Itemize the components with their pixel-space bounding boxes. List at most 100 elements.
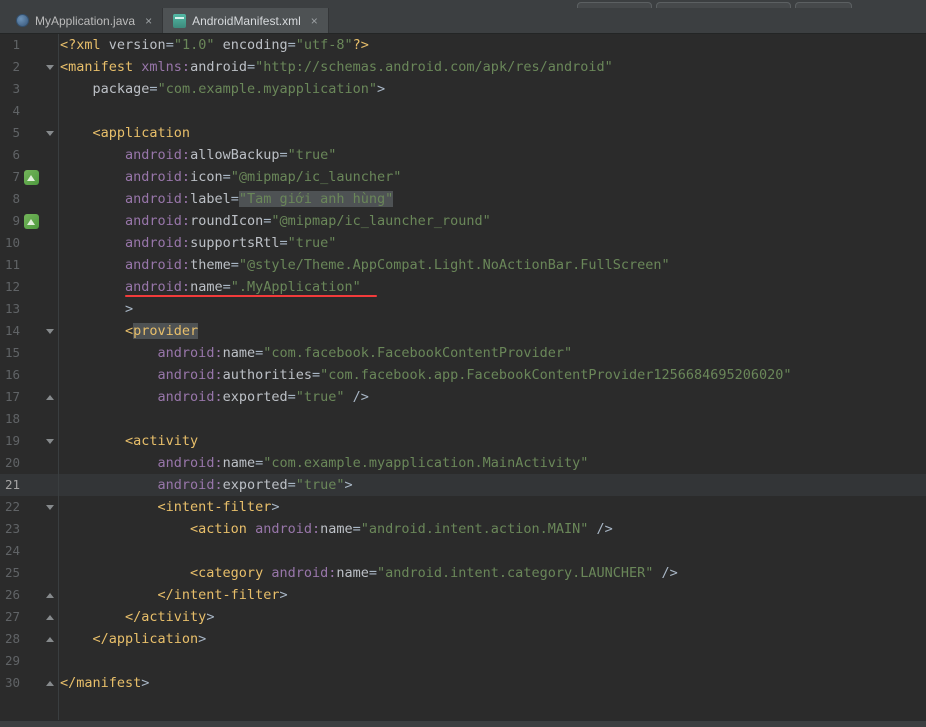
code-line[interactable]: 5 <application	[0, 122, 926, 144]
token-ns: android:	[125, 147, 190, 163]
line-number: 3	[0, 78, 20, 100]
code-text	[58, 650, 926, 672]
error-underline: android:name=".MyApplication"	[125, 276, 361, 298]
code-line[interactable]: 13 >	[0, 298, 926, 320]
code-line[interactable]: 6 android:allowBackup="true"	[0, 144, 926, 166]
line-number: 5	[0, 122, 20, 144]
code-line[interactable]: 3 package="com.example.myapplication">	[0, 78, 926, 100]
code-line[interactable]: 1<?xml version="1.0" encoding="utf-8"?>	[0, 34, 926, 56]
code-line[interactable]: 20 android:name="com.example.myapplicati…	[0, 452, 926, 474]
code-text: android:theme="@style/Theme.AppCompat.Li…	[58, 254, 926, 276]
close-tab-icon[interactable]: ×	[145, 15, 152, 27]
token-attr: package	[93, 81, 150, 97]
token-plain	[60, 477, 158, 493]
code-line[interactable]: 14 <provider	[0, 320, 926, 342]
token-punct: />	[653, 565, 677, 581]
fold-close-icon[interactable]	[46, 593, 54, 598]
token-punct: >	[141, 675, 149, 691]
fold-close-icon[interactable]	[46, 615, 54, 620]
fold-close-icon[interactable]	[46, 395, 54, 400]
code-line[interactable]: 29	[0, 650, 926, 672]
code-line[interactable]: 8 android:label="Tam giới anh hùng"	[0, 188, 926, 210]
code-line[interactable]: 10 android:supportsRtl="true"	[0, 232, 926, 254]
fold-close-icon[interactable]	[46, 637, 54, 642]
token-ns: android:	[158, 477, 223, 493]
tab-myapplication-java[interactable]: MyApplication.java ×	[6, 8, 163, 33]
close-tab-icon[interactable]: ×	[311, 15, 318, 27]
token-ns: android:	[125, 279, 190, 295]
code-line[interactable]: 27 </activity>	[0, 606, 926, 628]
android-manifest-icon	[173, 14, 186, 28]
code-text: <?xml version="1.0" encoding="utf-8"?>	[58, 34, 926, 56]
token-tag: <intent-filter	[60, 499, 271, 515]
code-line[interactable]: 21 android:exported="true">	[0, 474, 926, 496]
fold-open-icon[interactable]	[46, 131, 54, 136]
code-line[interactable]: 30</manifest>	[0, 672, 926, 694]
token-ns: android:	[125, 235, 190, 251]
token-punct: >	[198, 631, 206, 647]
code-line[interactable]: 22 <intent-filter>	[0, 496, 926, 518]
token-attr: android	[190, 59, 247, 75]
token-str: "true"	[288, 147, 337, 163]
token-str: "com.facebook.app.FacebookContentProvide…	[320, 367, 791, 383]
code-text: android:name="com.example.myapplication.…	[58, 452, 926, 474]
token-plain	[60, 345, 158, 361]
code-text: </application>	[58, 628, 926, 650]
fold-close-icon[interactable]	[46, 681, 54, 686]
token-ns: android:	[158, 345, 223, 361]
line-number: 23	[0, 518, 20, 540]
token-str: "com.facebook.FacebookContentProvider"	[263, 345, 572, 361]
code-text: <action android:name="android.intent.act…	[58, 518, 926, 540]
code-line[interactable]: 19 <activity	[0, 430, 926, 452]
line-number: 26	[0, 584, 20, 606]
token-ns: android:	[125, 169, 190, 185]
code-line[interactable]: 15 android:name="com.facebook.FacebookCo…	[0, 342, 926, 364]
token-attr: roundIcon	[190, 213, 263, 229]
drawable-preview-icon[interactable]	[24, 214, 39, 229]
drawable-preview-icon[interactable]	[24, 170, 39, 185]
code-line[interactable]: 7 android:icon="@mipmap/ic_launcher"	[0, 166, 926, 188]
token-tag: <application	[60, 125, 190, 141]
code-line[interactable]: 16 android:authorities="com.facebook.app…	[0, 364, 926, 386]
code-line[interactable]: 25 <category android:name="android.inten…	[0, 562, 926, 584]
token-str: ".MyApplication"	[231, 279, 361, 295]
code-line[interactable]: 4	[0, 100, 926, 122]
token-punct: =	[223, 279, 231, 295]
token-attr: name	[320, 521, 353, 537]
code-editor[interactable]: 1<?xml version="1.0" encoding="utf-8"?>2…	[0, 34, 926, 720]
fold-open-icon[interactable]	[46, 439, 54, 444]
code-line[interactable]: 24	[0, 540, 926, 562]
code-text	[58, 408, 926, 430]
token-tag: </intent-filter	[60, 587, 279, 603]
line-number: 30	[0, 672, 20, 694]
code-text: </intent-filter>	[58, 584, 926, 606]
token-tag: </application	[60, 631, 198, 647]
token-str: "1.0"	[174, 37, 215, 53]
token-punct: />	[588, 521, 612, 537]
token-tag: <manifest	[60, 59, 141, 75]
code-line[interactable]: 18	[0, 408, 926, 430]
token-meta: ?>	[353, 37, 369, 53]
token-str: "@mipmap/ic_launcher"	[231, 169, 402, 185]
token-ns: android:	[158, 367, 223, 383]
fold-open-icon[interactable]	[46, 329, 54, 334]
code-line[interactable]: 11 android:theme="@style/Theme.AppCompat…	[0, 254, 926, 276]
tab-androidmanifest-xml[interactable]: AndroidManifest.xml ×	[163, 8, 329, 33]
code-line[interactable]: 17 android:exported="true" />	[0, 386, 926, 408]
fold-open-icon[interactable]	[46, 65, 54, 70]
fold-open-icon[interactable]	[46, 505, 54, 510]
code-line[interactable]: 2<manifest xmlns:android="http://schemas…	[0, 56, 926, 78]
token-punct: =	[223, 169, 231, 185]
token-attr: exported	[223, 477, 288, 493]
token-tag: <category	[60, 565, 271, 581]
line-number: 10	[0, 232, 20, 254]
line-number: 7	[0, 166, 20, 188]
code-line[interactable]: 23 <action android:name="android.intent.…	[0, 518, 926, 540]
token-punct: =	[166, 37, 174, 53]
code-line[interactable]: 12 android:name=".MyApplication"	[0, 276, 926, 298]
code-line[interactable]: 26 </intent-filter>	[0, 584, 926, 606]
code-text: <activity	[58, 430, 926, 452]
code-text: <application	[58, 122, 926, 144]
code-line[interactable]: 28 </application>	[0, 628, 926, 650]
code-line[interactable]: 9 android:roundIcon="@mipmap/ic_launcher…	[0, 210, 926, 232]
